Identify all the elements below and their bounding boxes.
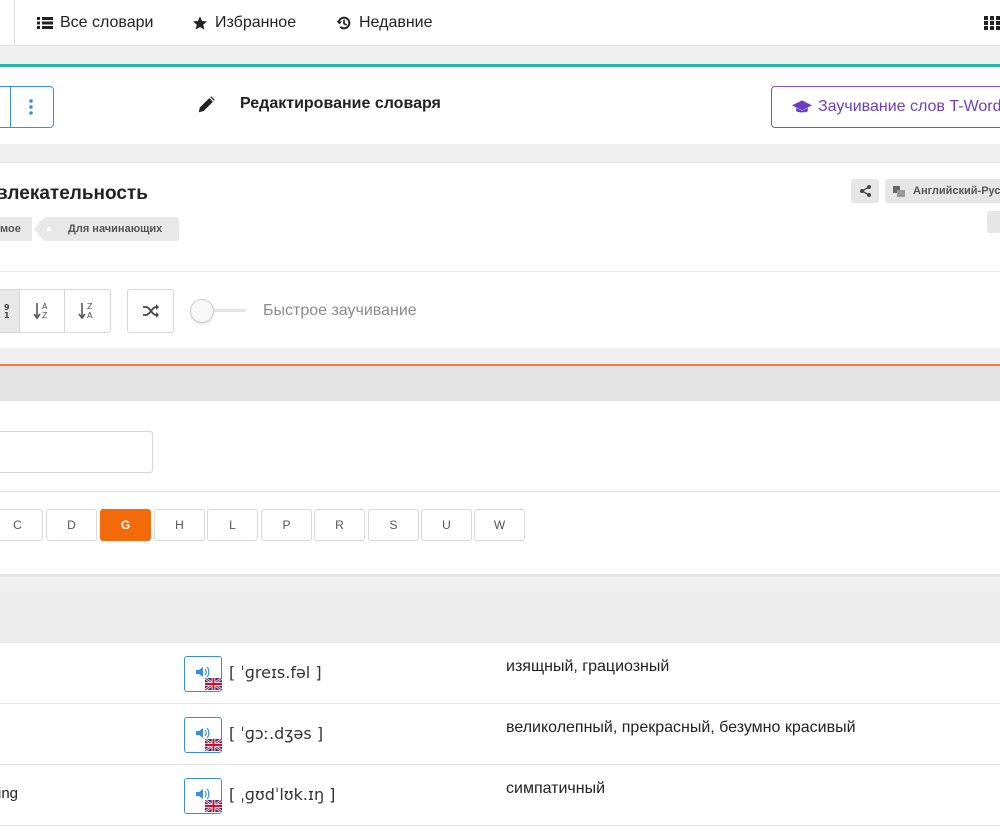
transcription: [ ˈɡɔː.dʒəs ] <box>229 724 324 743</box>
letter-button-l[interactable]: L <box>207 509 258 541</box>
graduation-cap-icon <box>792 100 812 113</box>
more-vertical-icon[interactable] <box>29 99 33 115</box>
sort-alpha-desc-icon: ZA <box>78 302 93 320</box>
tag-mine[interactable]: мое <box>0 217 32 241</box>
letter-button-w[interactable]: W <box>474 509 525 541</box>
tag-label: Для начинающих <box>68 223 163 235</box>
speaker-icon <box>196 666 210 678</box>
sort-numeric-button[interactable]: 91 <box>0 290 20 332</box>
svg-text:A: A <box>42 302 48 311</box>
nav-recent-label: Недавние <box>359 14 433 31</box>
tag-label: мое <box>0 223 21 235</box>
transcription: [ ˈɡreɪs.fəl ] <box>229 663 322 682</box>
table-row: ing [ ˌɡʊdˈlʊk.ɪŋ ] симпатичный <box>0 765 1000 826</box>
sort-az-button[interactable]: AZ <box>20 290 65 332</box>
translation[interactable]: симпатичный <box>506 780 605 798</box>
edit-dictionary-bar: Редактирование словаря Заучивание слов T… <box>0 64 1000 144</box>
history-icon <box>336 16 351 30</box>
nav-favorites[interactable]: Избранное <box>192 0 296 46</box>
dictionary-card: влекательность мое Для начинающих Англий… <box>0 162 1000 348</box>
sort-numeric-icon: 91 <box>4 303 10 320</box>
learn-words-label: Заучивание слов T-Word <box>818 98 1000 115</box>
shuffle-button[interactable] <box>127 289 174 333</box>
list-icon <box>37 17 53 29</box>
sort-alpha-asc-icon: AZ <box>33 302 48 320</box>
words-table-header <box>0 592 1000 643</box>
nav-divider <box>14 0 15 46</box>
tag-beginners[interactable]: Для начинающих <box>34 217 179 241</box>
share-icon <box>859 185 871 197</box>
pronounce-button[interactable] <box>184 656 222 692</box>
uk-flag-icon <box>205 800 222 812</box>
top-navigation: Все словари Избранное Недавние <box>0 0 1000 46</box>
pencil-icon <box>198 96 215 113</box>
letter-button-d[interactable]: D <box>46 509 97 541</box>
sort-za-button[interactable]: ZA <box>65 290 110 332</box>
uk-flag-icon <box>205 739 222 751</box>
table-row: [ ˈɡɔː.dʒəs ] великолепный, прекрасный, б… <box>0 704 1000 765</box>
letter-button-c[interactable]: C <box>0 509 43 541</box>
star-icon <box>193 16 207 30</box>
panel-divider <box>0 491 1000 492</box>
translate-icon <box>893 185 905 197</box>
translation[interactable]: изящный, грациозный <box>506 658 669 676</box>
uk-flag-icon <box>205 678 222 690</box>
letter-button-h[interactable]: H <box>154 509 205 541</box>
svg-text:Z: Z <box>87 302 93 311</box>
grid-icon[interactable] <box>984 16 1000 30</box>
svg-text:Z: Z <box>42 311 48 320</box>
letter-button-r[interactable]: R <box>314 509 365 541</box>
nav-all-dictionaries-label: Все словари <box>60 14 154 31</box>
dictionary-tools: 91 AZ ZA Быстрое заучивание <box>0 271 1000 349</box>
letter-button-g[interactable]: G <box>100 509 151 541</box>
letter-button-p[interactable]: P <box>261 509 312 541</box>
dictionary-actions-group[interactable] <box>0 86 54 128</box>
search-input[interactable] <box>0 431 153 473</box>
sort-group: 91 AZ ZA <box>0 289 111 333</box>
speaker-icon <box>196 727 210 739</box>
pronounce-button[interactable] <box>184 778 222 814</box>
learn-words-button[interactable]: Заучивание слов T-Word <box>771 86 1000 128</box>
letter-button-s[interactable]: S <box>368 509 419 541</box>
quick-learn-toggle[interactable] <box>190 299 246 323</box>
svg-text:1: 1 <box>4 311 10 320</box>
language-pair-button[interactable]: Английский-Рус <box>885 179 1000 203</box>
panel-bottom-border <box>0 574 1000 577</box>
filter-panel: CDGHLPRSUW <box>0 401 1000 577</box>
nav-all-dictionaries[interactable]: Все словари <box>37 0 153 46</box>
speaker-icon <box>196 788 210 800</box>
table-row: [ ˈɡreɪs.fəl ] изящный, грациозный <box>0 643 1000 704</box>
button-divider <box>10 87 11 127</box>
nav-favorites-label: Избранное <box>215 14 297 31</box>
shuffle-icon <box>142 304 159 318</box>
pronounce-button[interactable] <box>184 717 222 753</box>
section-header <box>0 364 1000 401</box>
transcription: [ ˌɡʊdˈlʊk.ɪŋ ] <box>229 785 336 804</box>
dictionary-title: влекательность <box>0 183 148 204</box>
letter-button-u[interactable]: U <box>421 509 472 541</box>
language-pair-label: Английский-Рус <box>913 185 1000 197</box>
share-button[interactable] <box>851 179 879 203</box>
toggle-knob <box>190 299 214 323</box>
dictionary-info-button[interactable] <box>987 211 1000 233</box>
translation[interactable]: великолепный, прекрасный, безумно красив… <box>506 719 856 737</box>
page-title-text: Редактирование словаря <box>240 95 441 112</box>
svg-text:A: A <box>87 311 93 320</box>
nav-recent[interactable]: Недавние <box>336 0 433 46</box>
word-text[interactable]: ing <box>0 785 18 802</box>
quick-learn-label: Быстрое заучивание <box>263 302 417 319</box>
page-title: Редактирование словаря <box>196 93 441 115</box>
